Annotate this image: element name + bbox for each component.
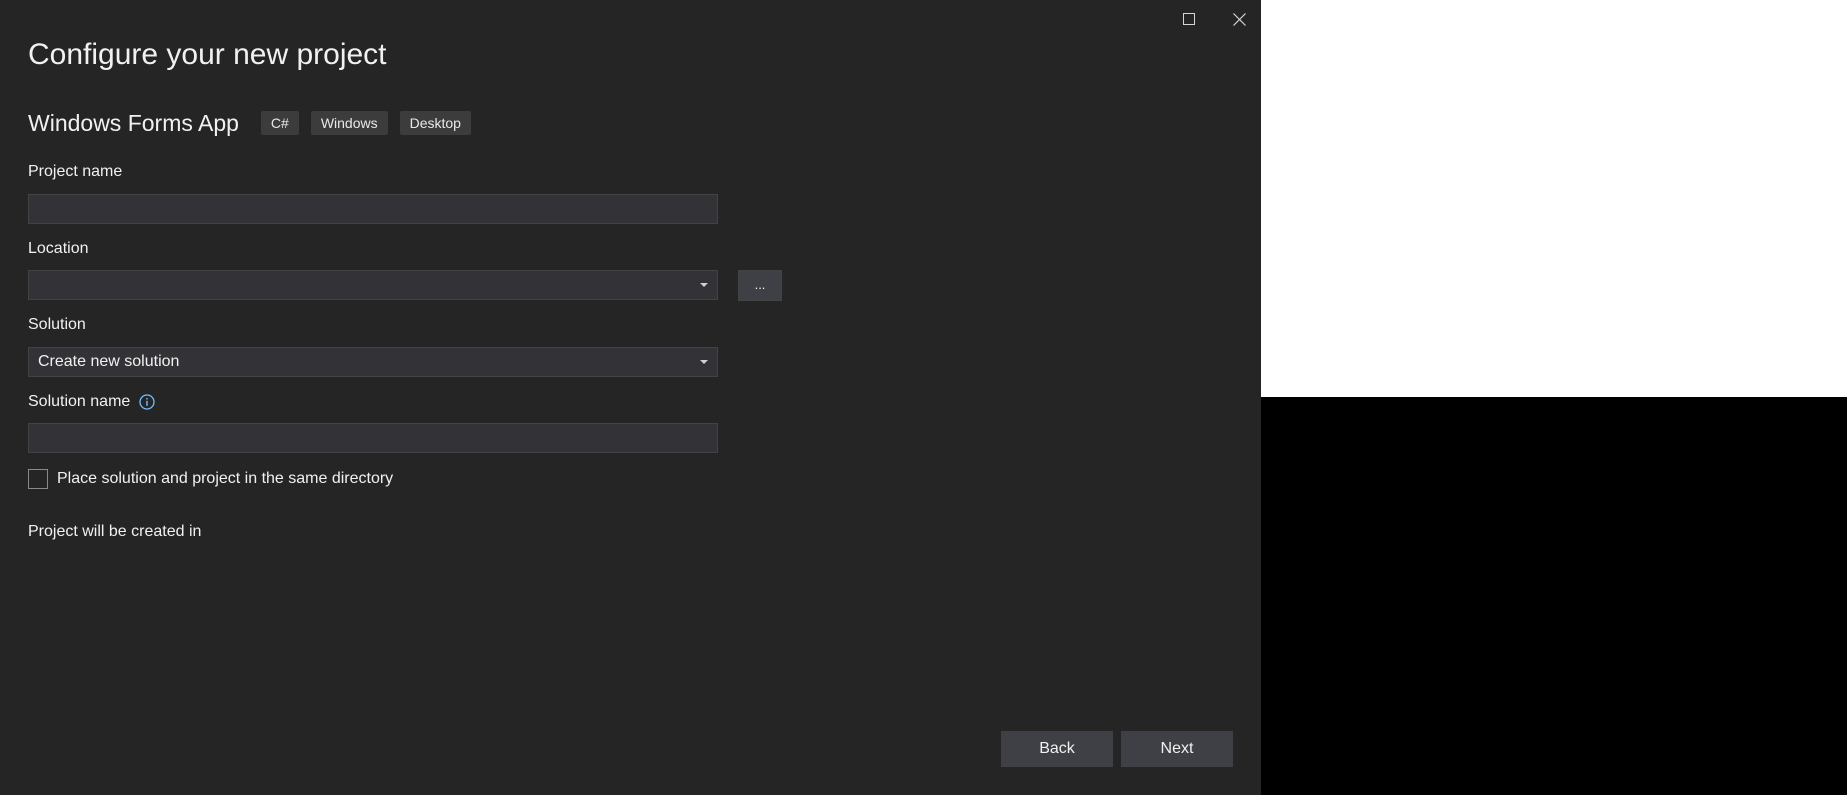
next-button[interactable]: Next: [1121, 731, 1233, 767]
solution-name-label: Solution name: [28, 393, 131, 410]
same-directory-label[interactable]: Place solution and project in the same d…: [57, 470, 393, 488]
page-title: Configure your new project: [28, 38, 387, 71]
location-combobox[interactable]: [28, 270, 718, 300]
solution-name-label-row: Solution name: [28, 393, 155, 411]
solution-label: Solution: [28, 316, 86, 333]
location-label: Location: [28, 240, 89, 257]
maximize-icon: [1183, 13, 1195, 25]
close-button[interactable]: [1217, 4, 1261, 34]
project-name-input[interactable]: [28, 194, 718, 224]
chevron-down-icon: [700, 360, 708, 364]
back-button[interactable]: Back: [1001, 731, 1113, 767]
solution-selected-value: Create new solution: [38, 353, 180, 370]
solution-name-input[interactable]: [28, 423, 718, 453]
chevron-down-icon: [700, 283, 708, 287]
info-icon[interactable]: [139, 394, 155, 410]
project-location-summary: Project will be created in: [28, 523, 202, 540]
solution-dropdown[interactable]: Create new solution: [28, 347, 718, 377]
screen: Configure your new project Windows Forms…: [0, 0, 1847, 795]
maximize-button[interactable]: [1167, 4, 1211, 34]
configure-project-dialog: Configure your new project Windows Forms…: [0, 0, 1261, 795]
same-directory-checkbox[interactable]: [28, 469, 48, 489]
same-directory-option[interactable]: Place solution and project in the same d…: [28, 469, 393, 489]
tag-language: C#: [260, 111, 299, 135]
template-header: Windows Forms App C# Windows Desktop: [28, 108, 483, 138]
tag-platform: Windows: [310, 111, 388, 135]
background-window: [1261, 0, 1847, 397]
template-name: Windows Forms App: [28, 109, 239, 136]
project-name-label: Project name: [28, 163, 123, 180]
browse-location-button[interactable]: ...: [738, 270, 782, 301]
tag-project-type: Desktop: [399, 111, 471, 135]
close-icon: [1232, 12, 1246, 26]
